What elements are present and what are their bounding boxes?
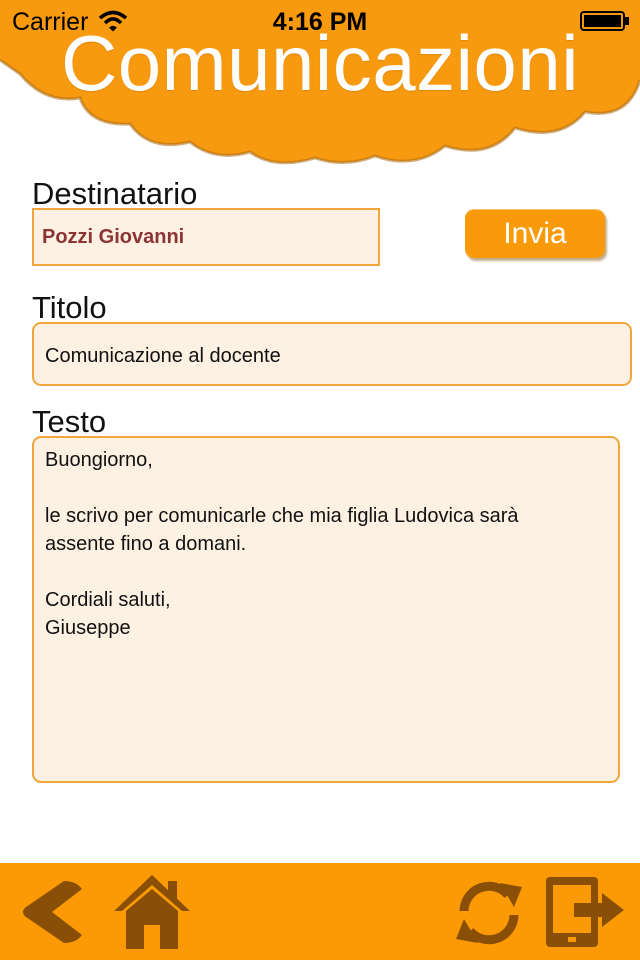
subject-label: Titolo bbox=[32, 290, 107, 325]
body-label: Testo bbox=[32, 404, 107, 439]
send-button[interactable]: Invia bbox=[465, 209, 605, 258]
refresh-icon[interactable] bbox=[450, 877, 528, 949]
recipient-value: Pozzi Giovanni bbox=[42, 226, 185, 248]
page-title: Comunicazioni bbox=[60, 19, 580, 107]
subject-value: Comunicazione al docente bbox=[45, 345, 281, 367]
recipient-label: Destinatario bbox=[32, 176, 198, 211]
back-icon[interactable] bbox=[16, 877, 86, 947]
recipient-field[interactable]: Pozzi Giovanni bbox=[32, 208, 380, 266]
home-icon[interactable] bbox=[112, 873, 192, 951]
body-field[interactable]: Buongiorno, le scrivo per comunicarle ch… bbox=[32, 436, 620, 783]
subject-field[interactable]: Comunicazione al docente bbox=[32, 322, 632, 386]
body-value: Buongiorno, le scrivo per comunicarle ch… bbox=[45, 449, 519, 639]
bottom-toolbar bbox=[0, 863, 640, 960]
logout-icon[interactable] bbox=[544, 875, 626, 949]
